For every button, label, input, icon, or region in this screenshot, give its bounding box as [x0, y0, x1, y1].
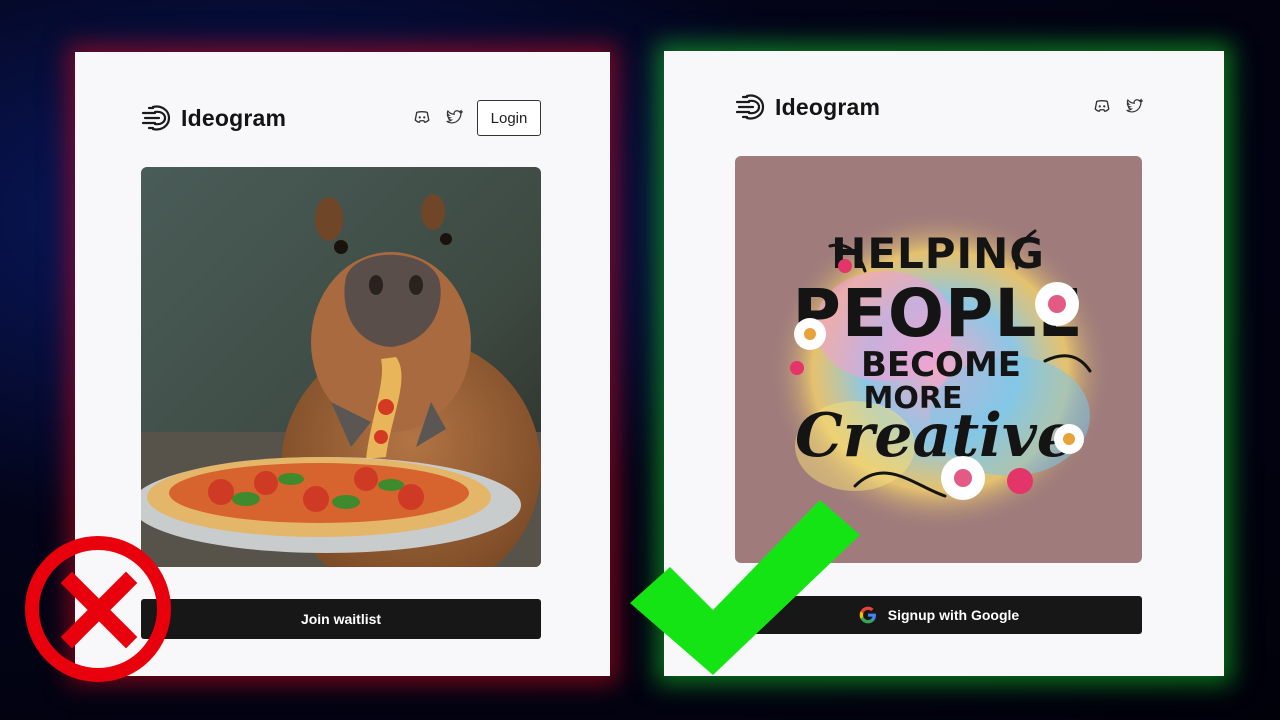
logo-icon [141, 105, 171, 131]
twitter-icon[interactable] [445, 108, 463, 126]
brand-name: Ideogram [181, 104, 287, 131]
svg-text:BECOME: BECOME [861, 345, 1021, 385]
social-links [1093, 97, 1143, 115]
discord-icon[interactable] [1093, 97, 1111, 115]
discord-icon[interactable] [413, 108, 431, 126]
twitter-icon[interactable] [1125, 97, 1143, 115]
svg-text:HELPING: HELPING [831, 229, 1045, 278]
signup-google-label: Signup with Google [887, 607, 1020, 623]
svg-text:Creative: Creative [795, 401, 1075, 471]
login-button[interactable]: Login [477, 100, 541, 136]
join-waitlist-label: Join waitlist [300, 611, 382, 627]
logo-icon [735, 94, 765, 120]
brand[interactable]: Ideogram [735, 91, 880, 123]
brand-name: Ideogram [775, 93, 881, 120]
capybara-pizza-image [141, 167, 541, 567]
cross-icon [25, 536, 171, 682]
brand[interactable]: Ideogram [141, 102, 286, 134]
join-waitlist-button[interactable]: Join waitlist [141, 599, 541, 639]
social-links [413, 108, 463, 126]
checkmark-icon [630, 500, 860, 675]
